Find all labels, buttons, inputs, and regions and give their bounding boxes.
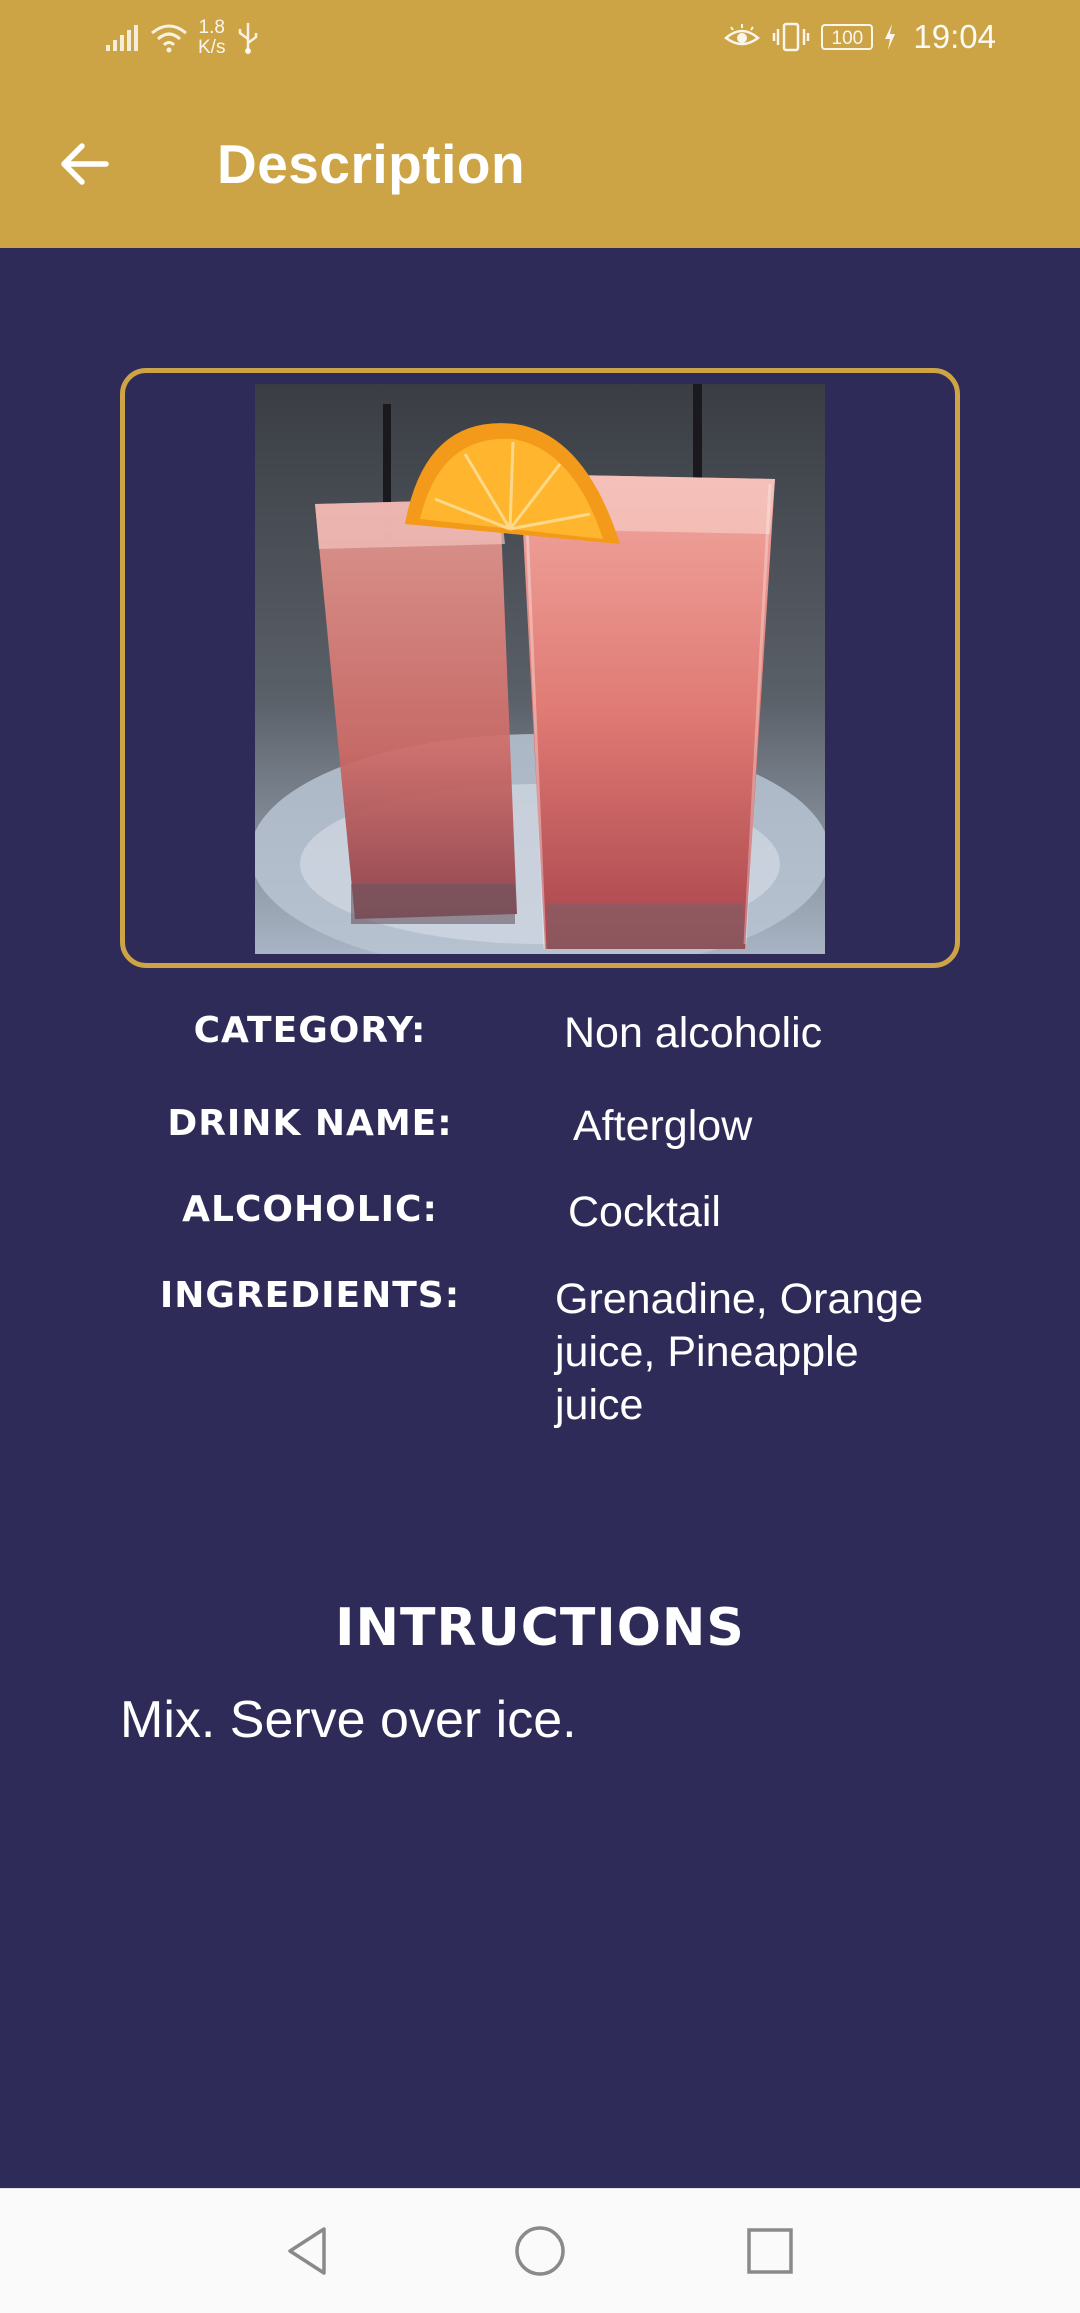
instructions-text: Mix. Serve over ice. — [120, 1691, 577, 1749]
circle-home-icon — [515, 2226, 565, 2276]
status-left: 1.8 K/s — [104, 18, 261, 58]
nav-recents-button[interactable] — [738, 2219, 802, 2283]
status-time: 19:04 — [913, 18, 996, 55]
battery-indicator: 100 — [821, 24, 874, 50]
status-bar: 1.8 K/s 100 19:04 — [0, 0, 1080, 80]
nav-home-button[interactable] — [508, 2219, 572, 2283]
square-recents-icon — [747, 2228, 793, 2274]
app-bar: Description — [0, 80, 1080, 248]
drink-image — [255, 384, 825, 954]
drink-name-label: DRINK NAME: — [167, 1103, 453, 1144]
nav-back-button[interactable] — [276, 2219, 340, 2283]
vibrate-icon — [773, 22, 810, 52]
network-speed-unit: K/s — [198, 37, 226, 58]
wifi-icon — [151, 24, 187, 53]
arrow-left-icon — [61, 143, 109, 185]
ingredients-label: INGREDIENTS: — [159, 1275, 461, 1316]
category-value: Non alcoholic — [564, 1009, 823, 1057]
usb-icon — [239, 23, 258, 54]
charging-icon — [885, 24, 896, 50]
page-title: Description — [217, 133, 526, 195]
alcoholic-value: Cocktail — [568, 1188, 721, 1236]
category-label: CATEGORY: — [193, 1010, 427, 1051]
top-bar: 1.8 K/s 100 19:04 Description — [0, 0, 1080, 248]
system-nav-bar — [0, 2188, 1080, 2313]
status-right: 100 19:04 — [723, 18, 996, 56]
signal-icon — [106, 25, 138, 51]
drink-name-value: Afterglow — [573, 1102, 753, 1150]
eye-comfort-icon — [724, 24, 761, 46]
triangle-back-icon — [288, 2227, 326, 2275]
back-button[interactable] — [40, 120, 128, 208]
network-speed: 1.8 K/s — [198, 18, 225, 58]
instructions-title: INTRUCTIONS — [335, 1598, 745, 1658]
ingredients-line-1: Grenadine, Orange — [555, 1275, 924, 1323]
ingredients-line-2: juice, Pineapple — [555, 1328, 859, 1376]
alcoholic-label: ALCOHOLIC: — [182, 1189, 438, 1230]
ingredients-line-3: juice — [555, 1381, 644, 1429]
network-speed-value: 1.8 — [198, 17, 225, 38]
